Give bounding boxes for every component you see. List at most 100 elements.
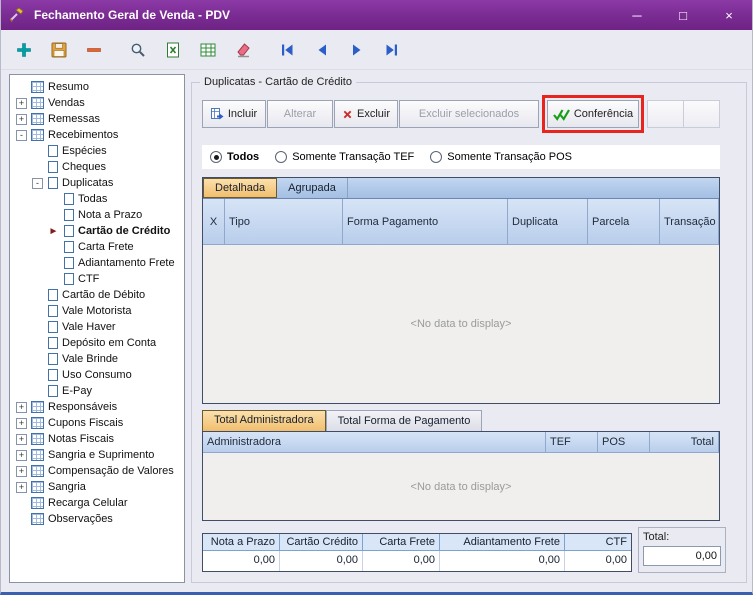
tree-item-especies[interactable]: Espécies — [10, 143, 184, 159]
tree-item-cupons-fiscais[interactable]: +Cupons Fiscais — [10, 415, 184, 431]
total-field[interactable]: 0,00 — [643, 546, 721, 566]
tree-item-deposito-em-conta[interactable]: Depósito em Conta — [10, 335, 184, 351]
tree-item-resumo[interactable]: Resumo — [10, 79, 184, 95]
column-header-forma-pagamento[interactable]: Forma Pagamento — [343, 199, 508, 245]
tree-item-recarga-celular[interactable]: Recarga Celular — [10, 495, 184, 511]
save-button[interactable] — [48, 39, 70, 61]
prior-record-button[interactable] — [311, 39, 333, 61]
incluir-label: Incluir — [228, 108, 257, 120]
summary-header-row: Nota a Prazo Cartão Crédito Carta Frete … — [203, 534, 631, 551]
grid-icon — [199, 41, 217, 59]
radio-todos-label: Todos — [227, 151, 259, 163]
tree-item-cartao-de-credito[interactable]: ►Cartão de Crédito — [10, 223, 184, 239]
tree-item-vale-motorista[interactable]: Vale Motorista — [10, 303, 184, 319]
tree-item-observacoes[interactable]: Observações — [10, 511, 184, 527]
totals-grid-header: Administradora TEF POS Total — [203, 432, 719, 453]
record-edit-group — [13, 39, 105, 61]
excluir-button[interactable]: Excluir — [334, 100, 398, 128]
last-record-icon — [383, 41, 401, 59]
tree-item-todas[interactable]: Todas — [10, 191, 184, 207]
tree-item-label: Recebimentos — [48, 129, 118, 141]
tree-item-notas-fiscais[interactable]: +Notas Fiscais — [10, 431, 184, 447]
tree-item-cartao-de-debito[interactable]: Cartão de Débito — [10, 287, 184, 303]
filter-radio-group: Todos Somente Transação TEF Somente Tran… — [202, 145, 720, 169]
grid-icon — [31, 433, 44, 445]
first-record-button[interactable] — [276, 39, 298, 61]
detail-grid-header: X Tipo Forma Pagamento Duplicata Parcela… — [203, 199, 719, 245]
tree-item-label: Vale Haver — [62, 321, 116, 333]
search-button[interactable] — [127, 39, 149, 61]
column-header-x[interactable]: X — [203, 199, 225, 245]
close-button[interactable]: × — [706, 0, 752, 30]
expander-icon[interactable]: + — [16, 450, 27, 461]
column-header-administradora[interactable]: Administradora — [203, 432, 546, 453]
minimize-button[interactable]: ─ — [614, 0, 660, 30]
tree-item-remessas[interactable]: +Remessas — [10, 111, 184, 127]
alterar-button[interactable]: Alterar — [267, 100, 333, 128]
tree-item-vendas[interactable]: +Vendas — [10, 95, 184, 111]
no-data-text: <No data to display> — [411, 318, 512, 330]
tab-total-administradora[interactable]: Total Administradora — [202, 410, 326, 431]
grid-icon — [31, 401, 44, 413]
tab-detalhada[interactable]: Detalhada — [203, 178, 277, 198]
tree-item-uso-consumo[interactable]: Uso Consumo — [10, 367, 184, 383]
column-header-parcela[interactable]: Parcela — [588, 199, 660, 245]
maximize-button[interactable]: □ — [660, 0, 706, 30]
tree-item-cheques[interactable]: Cheques — [10, 159, 184, 175]
expander-icon[interactable]: + — [16, 114, 27, 125]
incluir-button[interactable]: Incluir — [202, 100, 266, 128]
expander-icon[interactable]: + — [16, 402, 27, 413]
last-record-button[interactable] — [381, 39, 403, 61]
tree-item-sangria[interactable]: + Sangria — [10, 479, 184, 495]
expander-icon[interactable]: + — [16, 98, 27, 109]
column-header-transacao-tef[interactable]: Transação TE — [660, 199, 719, 245]
tree-item-vale-brinde[interactable]: Vale Brinde — [10, 351, 184, 367]
document-icon — [48, 305, 58, 317]
tab-agrupada[interactable]: Agrupada — [277, 178, 348, 198]
tree-item-label: Sangria — [48, 481, 86, 493]
next-record-button[interactable] — [346, 39, 368, 61]
expander-icon[interactable]: - — [32, 178, 43, 189]
expander-icon[interactable]: + — [16, 466, 27, 477]
expander-icon[interactable]: + — [16, 418, 27, 429]
tree-item-label: Observações — [48, 513, 113, 525]
grid-icon — [31, 97, 44, 109]
tree-item-compensacao-de-valores[interactable]: +Compensação de Valores — [10, 463, 184, 479]
tree-item-nota-a-prazo[interactable]: Nota a Prazo — [10, 207, 184, 223]
column-header-pos[interactable]: POS — [598, 432, 650, 453]
radio-somente-transacao-pos[interactable]: Somente Transação POS — [430, 151, 572, 163]
expander-icon[interactable]: + — [16, 482, 27, 493]
expander-icon[interactable]: + — [16, 434, 27, 445]
selected-item-arrow: ► — [48, 226, 59, 237]
summary-header-carta-frete: Carta Frete — [363, 534, 440, 551]
column-header-tipo[interactable]: Tipo — [225, 199, 343, 245]
tree-item-sangria-e-suprimento[interactable]: +Sangria e Suprimento — [10, 447, 184, 463]
eraser-button[interactable] — [232, 39, 254, 61]
tab-total-forma-pagamento[interactable]: Total Forma de Pagamento — [326, 410, 483, 431]
tree-item-ctf[interactable]: CTF — [10, 271, 184, 287]
tree-item-duplicatas[interactable]: -Duplicatas — [10, 175, 184, 191]
tree-item-responsaveis[interactable]: +Responsáveis — [10, 399, 184, 415]
conferencia-button[interactable]: Conferência — [547, 100, 639, 128]
column-header-duplicata[interactable]: Duplicata — [508, 199, 588, 245]
radio-todos[interactable]: Todos — [210, 151, 259, 163]
grid-button[interactable] — [197, 39, 219, 61]
radio-somente-transacao-tef[interactable]: Somente Transação TEF — [275, 151, 414, 163]
document-icon — [48, 161, 58, 173]
add-button[interactable] — [13, 39, 35, 61]
tree-item-carta-frete[interactable]: Carta Frete — [10, 239, 184, 255]
delete-icon — [85, 41, 103, 59]
action-toolbar: Incluir Alterar Excluir Excluir selecion… — [202, 99, 720, 129]
delete-button[interactable] — [83, 39, 105, 61]
tree-item-recebimentos[interactable]: - Recebimentos — [10, 127, 184, 143]
expander-icon[interactable]: - — [16, 130, 27, 141]
tree-item-e-pay[interactable]: E-Pay — [10, 383, 184, 399]
tree-item-label: E-Pay — [62, 385, 92, 397]
excluir-selecionados-button[interactable]: Excluir selecionados — [399, 100, 539, 128]
export-excel-button[interactable] — [162, 39, 184, 61]
grid-icon — [31, 417, 44, 429]
column-header-tef[interactable]: TEF — [546, 432, 598, 453]
tree-item-vale-haver[interactable]: Vale Haver — [10, 319, 184, 335]
column-header-total[interactable]: Total — [650, 432, 719, 453]
tree-item-adiantamento-frete[interactable]: Adiantamento Frete — [10, 255, 184, 271]
